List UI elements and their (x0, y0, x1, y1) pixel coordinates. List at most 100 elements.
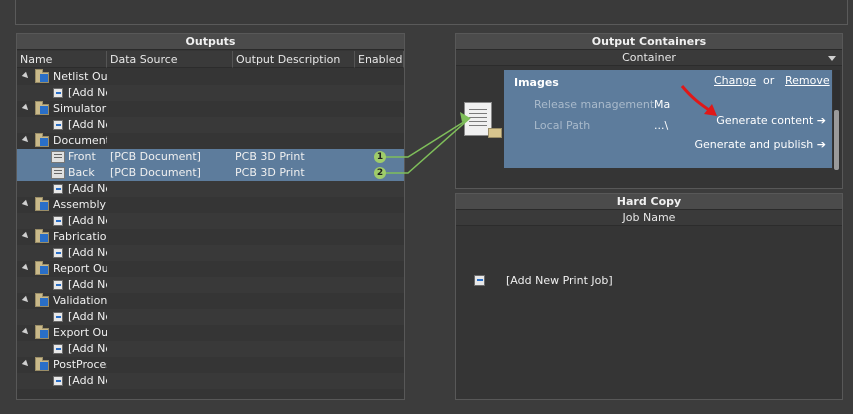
outputs-title: Outputs (17, 34, 404, 50)
expand-triangle-icon[interactable] (21, 295, 31, 305)
add-new-label: [Add New Validation Output] (68, 310, 107, 323)
group-name: PostProcess Outputs (53, 358, 107, 371)
folder-icon (35, 69, 49, 83)
outputs-panel: Outputs Name Data Source Output Descript… (16, 33, 405, 400)
expand-triangle-icon[interactable] (21, 263, 31, 273)
output-item[interactable]: Front [PCB Document] PCB 3D Print 1 (17, 149, 404, 165)
generate-and-publish-button[interactable]: Generate and publish ➔ (694, 138, 826, 151)
images-container[interactable]: Images Change or Remove Release manageme… (504, 70, 832, 168)
column-output-description[interactable]: Output Description (233, 51, 355, 68)
add-new-output-row[interactable]: [Add New Simulator Output] (17, 117, 404, 133)
output-group[interactable]: Fabrication Outputs (17, 229, 404, 245)
output-name: Front (68, 150, 96, 163)
expand-triangle-icon[interactable] (21, 71, 31, 81)
job-name-header[interactable]: Job Name (456, 210, 842, 226)
folder-icon (488, 128, 502, 138)
group-name: Netlist Outputs (53, 70, 107, 83)
group-name: Simulator Outputs (53, 102, 107, 115)
group-name: Documentation Outputs (53, 134, 107, 147)
add-new-output-row[interactable]: [Add New Validation Output] (17, 309, 404, 325)
add-icon (53, 88, 63, 98)
add-new-label: [Add New Fabrication Output] (68, 246, 107, 259)
output-group[interactable]: Documentation Outputs (17, 133, 404, 149)
printer-icon (51, 151, 65, 163)
toolbar-area (15, 0, 848, 25)
add-icon (53, 120, 63, 130)
add-new-label: [Add New PostProcess Output] (68, 374, 107, 387)
generate-content-button[interactable]: Generate content ➔ (716, 114, 826, 127)
expand-triangle-icon[interactable] (21, 359, 31, 369)
group-name: Export Outputs (53, 326, 107, 339)
data-source: [PCB Document] (110, 166, 201, 179)
remove-link[interactable]: Remove (785, 74, 830, 87)
output-group[interactable]: Validation Outputs (17, 293, 404, 309)
add-new-label: [Add New Simulator Output] (68, 118, 107, 131)
folder-icon (35, 197, 49, 211)
expand-triangle-icon[interactable] (21, 327, 31, 337)
add-new-output-row[interactable]: [Add New Fabrication Output] (17, 245, 404, 261)
container-column-label: Container (622, 51, 676, 64)
folder-icon (35, 133, 49, 147)
local-path-label: Local Path (534, 119, 591, 132)
add-icon (53, 216, 63, 226)
outputs-tree: Netlist Outputs [Add New Netlist Output] S… (17, 69, 404, 389)
add-icon (53, 184, 63, 194)
add-print-job-label: [Add New Print Job] (506, 274, 613, 287)
group-name: Report Outputs (53, 262, 107, 275)
output-group[interactable]: PostProcess Outputs (17, 357, 404, 373)
folder-icon (35, 293, 49, 307)
folder-icon (35, 101, 49, 115)
add-new-output-row[interactable]: [Add New Report Output] (17, 277, 404, 293)
output-name: Back (68, 166, 95, 179)
output-containers-panel: Output Containers Container Images Chang… (455, 33, 843, 189)
add-new-output-row[interactable]: [Add New Assembly Output] (17, 213, 404, 229)
dropdown-arrow-icon[interactable] (828, 56, 836, 61)
output-description: PCB 3D Print (235, 150, 305, 163)
column-enabled[interactable]: Enabled (355, 51, 404, 68)
add-new-output-row[interactable]: [Add New Export Output] (17, 341, 404, 357)
data-source: [PCB Document] (110, 150, 201, 163)
containers-title: Output Containers (456, 34, 842, 50)
local-path-value: ...\ (654, 119, 669, 132)
folder-icon (35, 229, 49, 243)
output-group[interactable]: Assembly Outputs (17, 197, 404, 213)
change-link[interactable]: Change (714, 74, 756, 87)
container-link-badge: 2 (374, 167, 386, 179)
add-icon (53, 280, 63, 290)
printer-icon (51, 167, 65, 179)
add-icon (53, 312, 63, 322)
or-text: or (763, 74, 775, 87)
scrollbar-thumb[interactable] (834, 110, 839, 170)
output-group[interactable]: Netlist Outputs (17, 69, 404, 85)
container-name: Images (514, 76, 559, 89)
group-name: Validation Outputs (53, 294, 107, 307)
add-icon (474, 275, 485, 286)
add-new-label: [Add New Netlist Output] (68, 86, 107, 99)
container-column-header[interactable]: Container (456, 50, 842, 66)
expand-triangle-icon[interactable] (21, 199, 31, 209)
add-new-label: [Add New Documentation Output] (68, 182, 107, 195)
expand-triangle-icon[interactable] (21, 103, 31, 113)
output-group[interactable]: Simulator Outputs (17, 101, 404, 117)
add-icon (53, 248, 63, 258)
add-icon (53, 344, 63, 354)
output-group[interactable]: Export Outputs (17, 325, 404, 341)
folder-icon (35, 325, 49, 339)
hard-copy-panel: Hard Copy Job Name [Add New Print Job] (455, 193, 843, 400)
add-new-output-row[interactable]: [Add New Netlist Output] (17, 85, 404, 101)
top-toolbar (0, 0, 853, 26)
add-new-output-row[interactable]: [Add New Documentation Output] (17, 181, 404, 197)
folder-icon (35, 261, 49, 275)
add-new-output-row[interactable]: [Add New PostProcess Output] (17, 373, 404, 389)
column-name[interactable]: Name (17, 51, 107, 68)
output-item[interactable]: Back [PCB Document] PCB 3D Print 2 (17, 165, 404, 181)
expand-triangle-icon[interactable] (21, 135, 31, 145)
add-new-label: [Add New Report Output] (68, 278, 107, 291)
hard-copy-title: Hard Copy (456, 194, 842, 210)
output-group[interactable]: Report Outputs (17, 261, 404, 277)
container-link-badge: 1 (374, 151, 386, 163)
expand-triangle-icon[interactable] (21, 231, 31, 241)
column-data-source[interactable]: Data Source (107, 51, 233, 68)
add-new-label: [Add New Export Output] (68, 342, 107, 355)
group-name: Assembly Outputs (53, 198, 107, 211)
